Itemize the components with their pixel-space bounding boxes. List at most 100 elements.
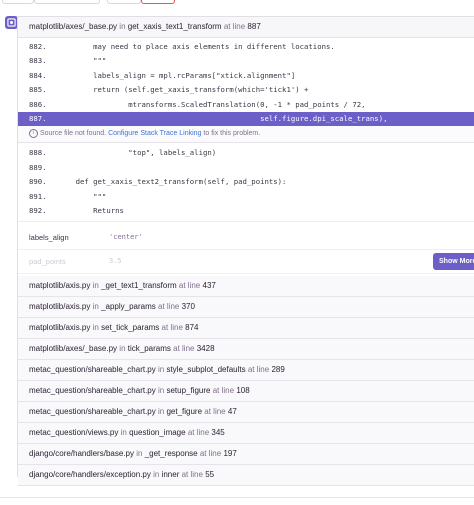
show-more-button[interactable]: Show More [433,253,474,271]
variable-value: 3.5 [109,257,122,266]
code-line: 891. """ [18,190,474,204]
frame-file: metac_question/shareable_chart.py [29,407,156,417]
frame-function: _get_text1_transform [101,281,177,291]
code-text: """ [58,191,107,201]
frame-file: metac_question/views.py [29,428,119,438]
frame-function: style_subplot_defaults [166,365,246,375]
notice-suffix: to fix this problem. [203,130,261,138]
stack-trace-panel: matplotlib/axes/_base.py in get_xaxis_te… [17,16,474,487]
stack-frame-row[interactable]: django/core/handlers/base.py in _get_res… [18,444,474,466]
variable-row: labels_align 'center' [18,226,474,251]
frame-in-label: in [120,428,127,438]
stack-frame-row[interactable]: metac_question/shareable_chart.py in set… [18,381,474,403]
frame-function: setup_figure [166,386,211,396]
frame-app-icon-glyph [7,18,16,27]
stack-frame-row[interactable]: matplotlib/axis.py in _apply_params at l… [18,297,474,319]
frame-function: _apply_params [101,302,156,312]
frame-function: tick_params [127,344,171,354]
stack-frame-row[interactable]: matplotlib/axis.py in _get_text1_transfo… [18,276,474,298]
frame-line-number: 874 [185,323,199,333]
code-line: 885. return (self.get_xaxis_transform(wh… [18,83,474,97]
frame-at-line-label: at line [247,365,270,375]
frame-variables: labels_align 'center' pad_points 3.5 Sho… [18,221,474,277]
stack-frame-row[interactable]: metac_question/shareable_chart.py in get… [18,402,474,424]
frame-function: get_figure [166,407,203,417]
code-text: "top", labels_align) [58,148,217,158]
frame-file: metac_question/shareable_chart.py [29,386,156,396]
frame-file: django/core/handlers/base.py [29,449,134,459]
frame-at-line-label: at line [223,22,246,31]
frame-file: metac_question/shareable_chart.py [29,365,156,375]
line-number: 883. [29,56,47,66]
code-line-active: 887. self.figure.dpi_scale_trans), [18,111,474,127]
code-text: labels_align = mpl.rcParams["xtick.align… [58,70,296,80]
line-number: 888. [29,148,47,158]
stack-frame-row[interactable]: metac_question/views.py in question_imag… [18,423,474,445]
code-line: 888. "top", labels_align) [18,146,474,160]
variable-key: labels_align [29,233,69,243]
code-text: self.figure.dpi_scale_trans), [58,113,388,123]
frame-file: matplotlib/axis.py [29,302,91,312]
frame-at-line-label: at line [187,428,210,438]
frame-line-number: 345 [211,428,225,438]
frame-function: question_image [129,428,186,438]
toolbar-segment-danger[interactable] [141,0,175,4]
code-line: 886. mtransforms.ScaledTranslation(0, -1… [18,98,474,112]
line-number: 892. [29,205,47,215]
frame-in-label: in [119,22,126,31]
frame-line-number: 55 [205,470,215,480]
configure-stack-trace-link[interactable]: Configure Stack Trace Linking [108,130,201,137]
frame-in-label: in [119,344,126,354]
toolbar-segment[interactable] [107,0,141,4]
frame-in-label: in [157,365,165,375]
frame-in-label: in [92,323,99,333]
code-text: Returns [58,205,124,215]
variable-key: pad_points [29,257,66,267]
stack-frame-row[interactable]: metac_question/shareable_chart.py in sty… [18,360,474,382]
code-text: def get_xaxis_text2_transform(self, pad_… [58,177,287,187]
frame-at-line-label: at line [158,302,180,312]
frame-at-line-label: at line [199,449,222,459]
line-number: 891. [29,191,47,201]
info-icon: i [29,129,38,138]
frame-function: set_tick_params [101,323,160,333]
code-text: may need to place axis elements in diffe… [58,42,335,51]
toolbar-segment[interactable] [34,0,100,4]
frame-function: get_xaxis_text1_transform [127,22,222,31]
frame-file: matplotlib/axis.py [29,323,91,333]
code-line: 890. def get_xaxis_text2_transform(self,… [18,175,474,189]
frames-list: matplotlib/axis.py in _get_text1_transfo… [18,276,474,487]
frame-in-label: in [157,407,165,417]
stack-frame-row[interactable]: matplotlib/axis.py in set_tick_params at… [18,318,474,340]
line-number: 884. [29,70,47,80]
frame-in-label: in [136,449,143,459]
frame-header[interactable]: matplotlib/axes/_base.py in get_xaxis_te… [18,17,474,38]
frame-at-line-label: at line [212,386,235,396]
frame-function: inner [161,470,180,480]
toolbar-segment[interactable] [2,0,34,4]
divider [0,497,474,498]
frame-at-line-label: at line [181,470,203,480]
line-number: 885. [29,85,47,95]
line-number: 882. [29,42,47,51]
frame-line-number: 887 [247,22,261,31]
stack-frame-row[interactable]: matplotlib/axes/_base.py in tick_params … [18,339,474,361]
code-context: 882. may need to place axis elements in … [18,38,474,127]
stack-frame-row[interactable]: django/core/handlers/exception.py in inn… [18,465,474,487]
code-text: mtransforms.ScaledTranslation(0, -1 * pa… [58,99,366,109]
code-text: """ [58,56,107,66]
frame-function: _get_response [144,449,198,459]
code-context-after: 888. "top", labels_align) 889. 890. def … [18,143,474,222]
code-line: 892. Returns [18,204,474,218]
frame-at-line-label: at line [173,344,195,354]
frame-in-label: in [92,302,99,312]
variable-row: pad_points 3.5 Show More [18,250,474,275]
top-toolbar-strip [0,0,474,4]
line-number: 890. [29,177,47,187]
frame-in-label: in [92,281,99,291]
code-line: 889. [18,161,474,175]
frame-file: matplotlib/axes/_base.py [29,22,118,31]
frame-file: django/core/handlers/exception.py [29,470,151,480]
frame-line-number: 3428 [196,344,215,354]
notice-text: Source file not found. [39,130,107,138]
